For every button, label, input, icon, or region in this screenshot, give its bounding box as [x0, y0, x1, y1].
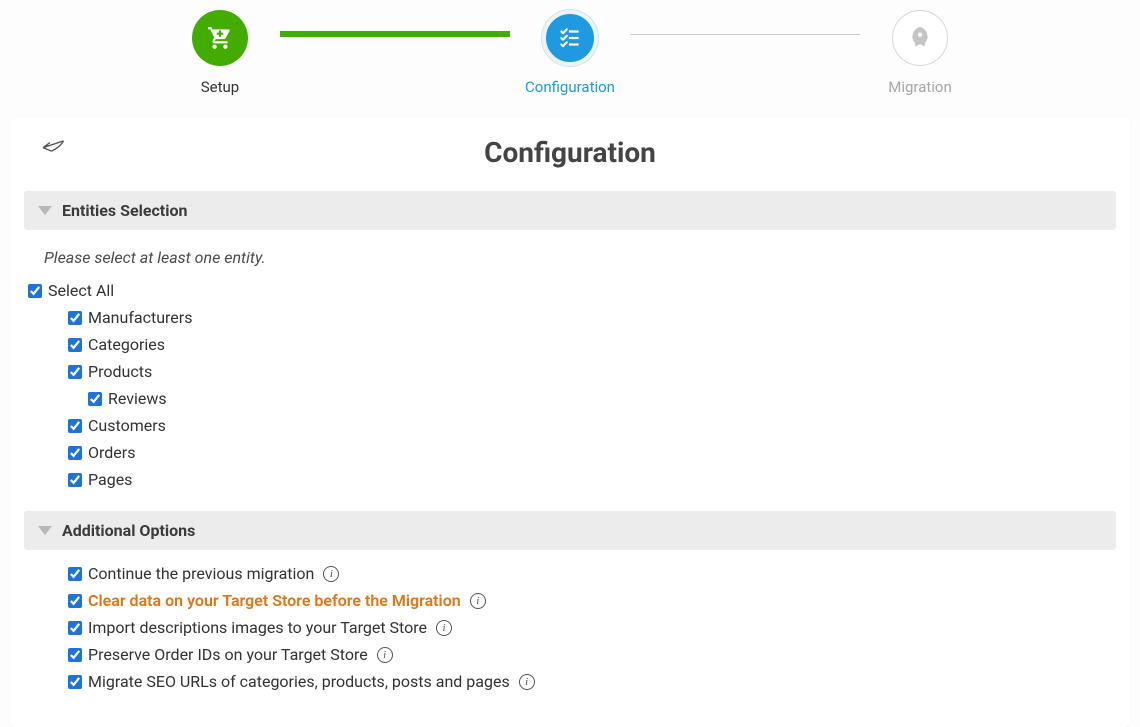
checkbox-label: Manufacturers [88, 308, 192, 327]
progress-stepper: Setup Configuration Migration [0, 0, 1140, 96]
chevron-down-icon [38, 526, 52, 535]
list-icon [542, 10, 598, 66]
step-setup[interactable]: Setup [160, 10, 280, 96]
info-icon[interactable]: i [323, 566, 339, 582]
checkbox-continue-previous[interactable]: Continue the previous migration i [48, 560, 1102, 587]
section-entities-body: Please select at least one entity. Selec… [24, 230, 1116, 493]
checkbox-manufacturers[interactable]: Manufacturers [48, 304, 1102, 331]
back-button[interactable] [38, 134, 72, 162]
step-migration: Migration [860, 10, 980, 96]
checkbox-reviews[interactable]: Reviews [48, 385, 1102, 412]
configuration-card: Configuration Entities Selection Please … [10, 118, 1130, 727]
checkbox-label: Migrate SEO URLs of categories, products… [88, 672, 510, 691]
checkbox-preserve-order-ids[interactable]: Preserve Order IDs on your Target Store … [48, 641, 1102, 668]
cart-icon [192, 10, 248, 66]
checkbox-label: Clear data on your Target Store before t… [88, 591, 461, 610]
checkbox-label: Customers [88, 416, 166, 435]
entities-hint: Please select at least one entity. [44, 248, 1102, 267]
info-icon[interactable]: i [470, 593, 486, 609]
section-entities-title: Entities Selection [62, 201, 187, 220]
checkbox-customers[interactable]: Customers [48, 412, 1102, 439]
checkbox-label: Pages [88, 470, 132, 489]
section-entities: Entities Selection Please select at leas… [24, 191, 1116, 493]
checkbox-label: Import descriptions images to your Targe… [88, 618, 427, 637]
connector-config-migration [630, 34, 860, 35]
page-title: Configuration [10, 136, 1130, 169]
checkbox-select-all-label: Select All [48, 281, 114, 300]
chevron-down-icon [38, 206, 52, 215]
section-options-header[interactable]: Additional Options [24, 511, 1116, 550]
step-configuration-label: Configuration [525, 78, 615, 96]
checkbox-products[interactable]: Products [48, 358, 1102, 385]
section-options: Additional Options Continue the previous… [24, 511, 1116, 695]
step-setup-label: Setup [201, 78, 239, 96]
checkbox-label: Reviews [108, 389, 167, 408]
checkbox-label: Continue the previous migration [88, 564, 314, 583]
checkbox-label: Preserve Order IDs on your Target Store [88, 645, 368, 664]
checkbox-import-desc-images[interactable]: Import descriptions images to your Targe… [48, 614, 1102, 641]
step-configuration[interactable]: Configuration [510, 10, 630, 96]
section-entities-header[interactable]: Entities Selection [24, 191, 1116, 230]
checkbox-pages[interactable]: Pages [48, 466, 1102, 493]
checkbox-label: Categories [88, 335, 165, 354]
section-options-title: Additional Options [62, 521, 195, 540]
info-icon[interactable]: i [519, 674, 535, 690]
info-icon[interactable]: i [377, 647, 393, 663]
checkbox-label: Products [88, 362, 152, 381]
checkbox-select-all[interactable]: Select All [28, 277, 1102, 304]
checkbox-migrate-seo-urls[interactable]: Migrate SEO URLs of categories, products… [48, 668, 1102, 695]
checkbox-orders[interactable]: Orders [48, 439, 1102, 466]
info-icon[interactable]: i [436, 620, 452, 636]
connector-setup-config [280, 31, 510, 37]
checkbox-label: Orders [88, 443, 135, 462]
step-migration-label: Migration [888, 78, 952, 96]
checkbox-categories[interactable]: Categories [48, 331, 1102, 358]
rocket-icon [892, 10, 948, 66]
section-options-body: Continue the previous migration i Clear … [24, 550, 1116, 695]
checkbox-clear-target[interactable]: Clear data on your Target Store before t… [48, 587, 1102, 614]
